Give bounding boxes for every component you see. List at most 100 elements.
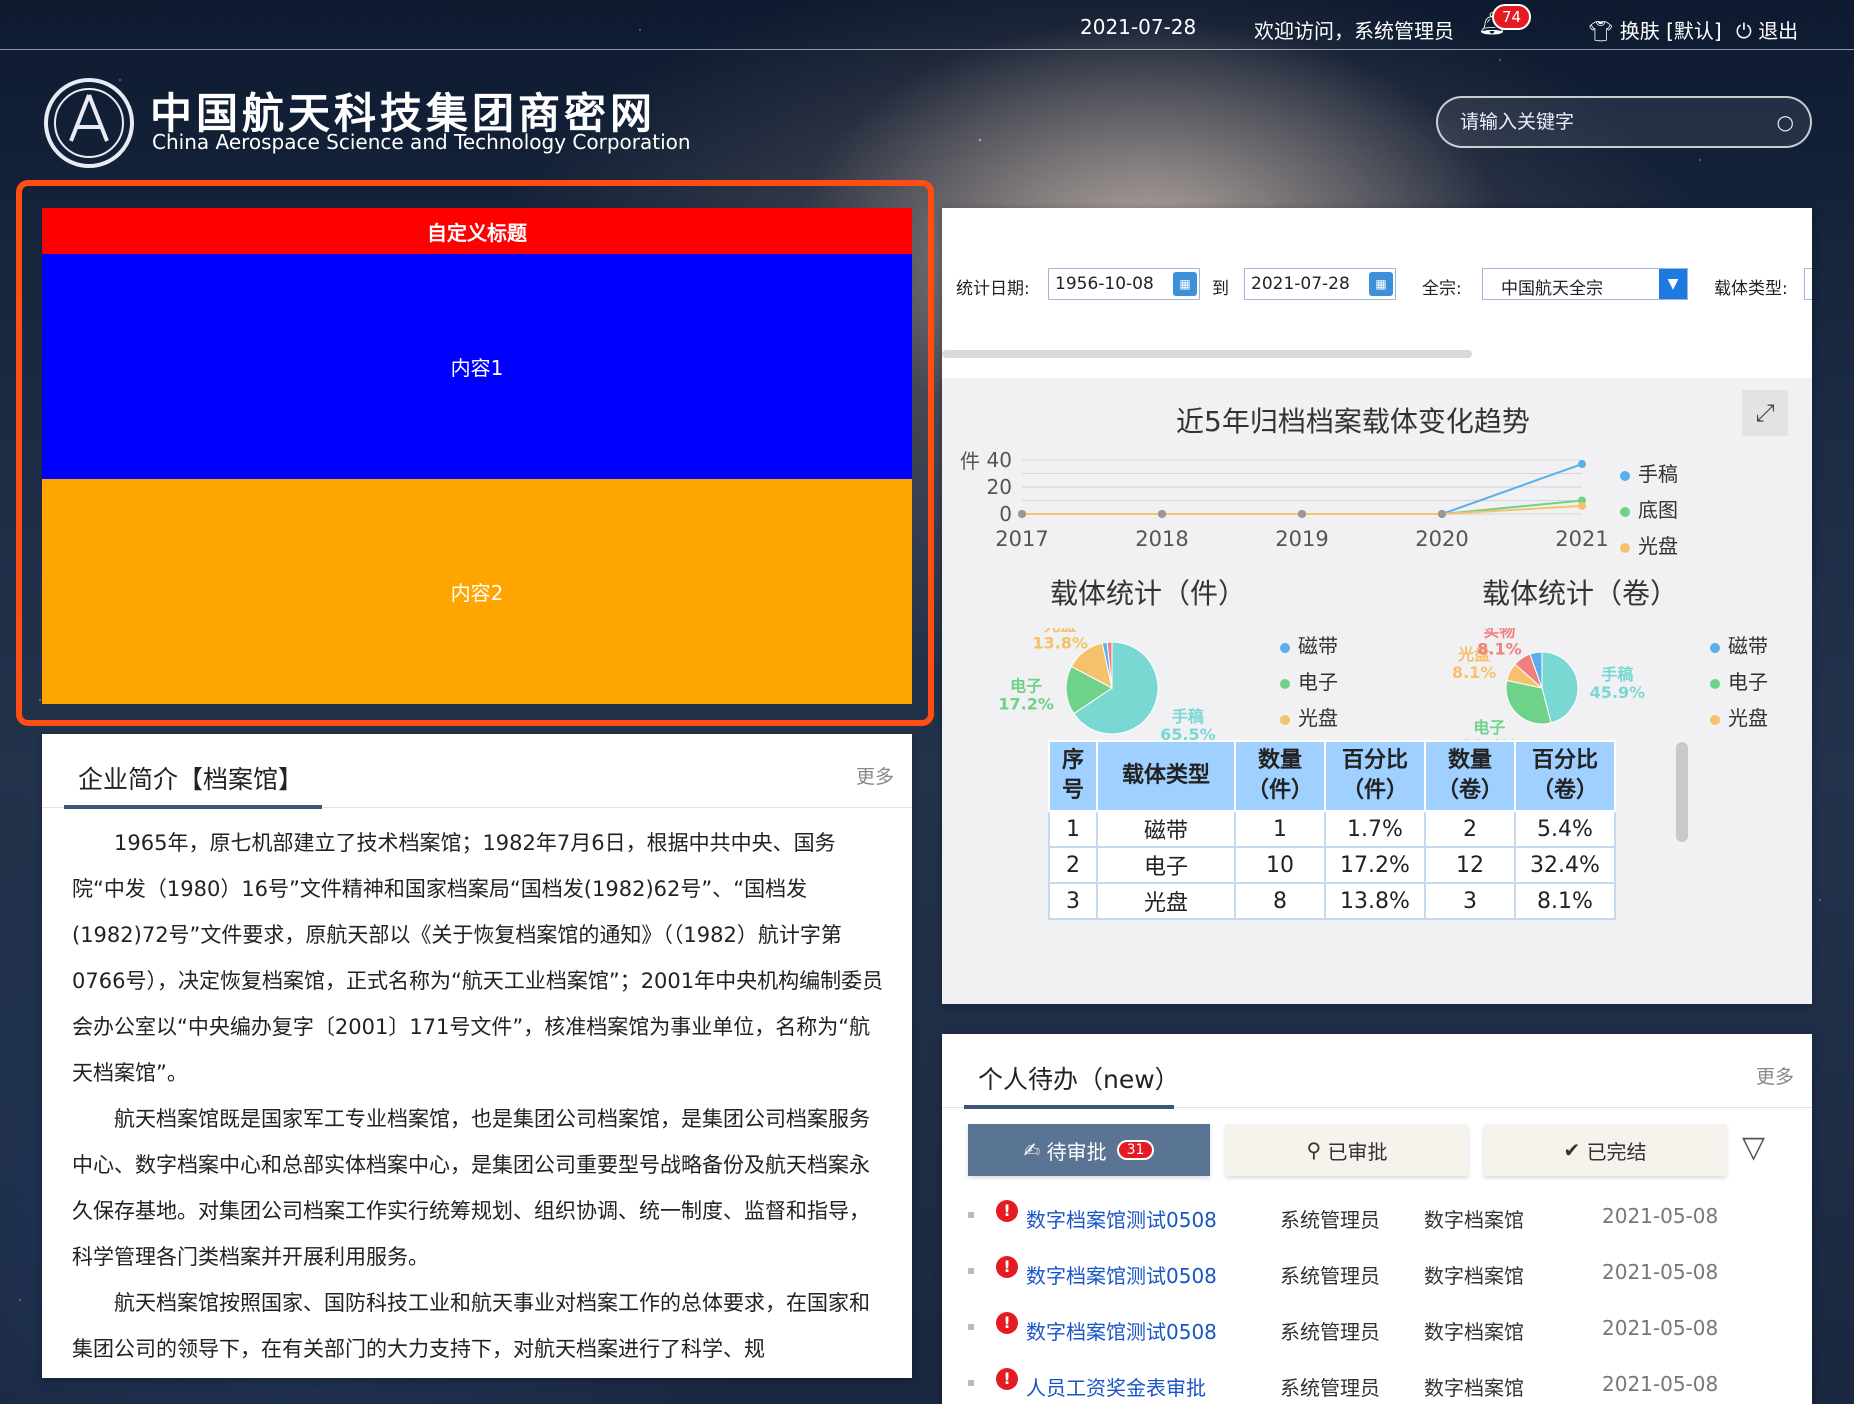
data-point <box>1578 460 1586 469</box>
chevron-down-icon[interactable]: ▼ <box>1659 269 1687 299</box>
carrier-stats-table: 序号 载体类型 数量 （件） 百分比 （件） 数量 （卷） 百分比 （卷） 1 磁带 1 1.… <box>1048 740 1616 920</box>
col-header: 数量 （件） <box>1234 740 1326 812</box>
tab-approved[interactable]: ⚲ 已审批 <box>1226 1124 1468 1176</box>
list-item[interactable]: ! 人员工资奖金表审批 系统管理员 数字档案馆 2021-05-08 <box>942 1360 1812 1404</box>
carrier-select[interactable] <box>1804 268 1812 300</box>
statistics-panel: 统计日期: 1956-10-08 ▦ 到 2021-07-28 ▦ 全宗: 中国… <box>942 208 1812 1004</box>
intro-title: 企业简介【档案馆】 <box>78 765 304 794</box>
fonds-select[interactable]: 中国航天全宗 ▼ <box>1482 268 1688 300</box>
slice-label: 13.8% <box>1032 634 1088 653</box>
skin-label: 换肤 [默认] <box>1619 19 1722 43</box>
legend-item[interactable]: 光盘 <box>1620 528 1678 564</box>
cell: 磁带 <box>1096 810 1236 848</box>
vertical-scrollbar[interactable] <box>1676 742 1688 842</box>
logout-button[interactable]: ⏻ 退出 <box>1736 15 1798 44</box>
legend-item[interactable]: 光盘 <box>1280 700 1338 736</box>
tab-underline <box>64 805 322 809</box>
col-header: 百分比 （卷） <box>1514 740 1616 812</box>
todo-more-link[interactable]: 更多 <box>1756 1062 1794 1089</box>
carrier-label: 载体类型: <box>1714 279 1788 299</box>
cell: 10 <box>1234 846 1326 884</box>
cell: 1.7% <box>1324 810 1426 848</box>
pending-count-badge: 31 <box>1116 1140 1155 1160</box>
legend-item[interactable]: 电子 <box>1710 664 1768 700</box>
todo-item-title[interactable]: 数字档案馆测试0508 <box>1026 1316 1217 1345</box>
cell: 电子 <box>1096 846 1236 884</box>
horizontal-scrollbar[interactable] <box>942 350 1472 358</box>
x-tick-label: 2018 <box>1135 527 1188 548</box>
cell: 5.4% <box>1514 810 1616 848</box>
todo-item-date: 2021-05-08 <box>1602 1260 1719 1284</box>
legend-label: 电子 <box>1728 670 1768 694</box>
expand-icon[interactable]: ⤢ <box>1742 390 1788 436</box>
search-box[interactable]: ○ <box>1436 96 1812 148</box>
todo-item-user: 系统管理员 <box>1280 1376 1380 1400</box>
x-tick-label: 2019 <box>1275 527 1328 548</box>
custom-content-1: 内容1 <box>42 254 912 479</box>
search-input[interactable] <box>1460 108 1760 136</box>
skin-switch[interactable]: 👕︎ 换肤 [默认] <box>1588 15 1722 44</box>
todo-item-date: 2021-05-08 <box>1602 1316 1719 1340</box>
end-date-input[interactable]: 2021-07-28 ▦ <box>1244 268 1396 300</box>
todo-item-title[interactable]: 数字档案馆测试0508 <box>1026 1260 1217 1289</box>
alert-icon: ! <box>996 1312 1018 1334</box>
pie-right-title: 载体统计（卷） <box>1482 577 1679 610</box>
cell: 12 <box>1424 846 1516 884</box>
cell: 2 <box>1424 810 1516 848</box>
series-line <box>1022 463 1583 515</box>
start-date-value: 1956-10-08 <box>1055 274 1154 294</box>
todo-item-dept: 数字档案馆 <box>1424 1320 1524 1344</box>
intro-more-link[interactable]: 更多 <box>856 762 894 789</box>
calendar-icon[interactable]: ▦ <box>1173 272 1197 296</box>
legend-item[interactable]: 电子 <box>1280 664 1338 700</box>
notification-badge[interactable]: 74 <box>1492 4 1532 30</box>
tab-completed[interactable]: ✔ 已完结 <box>1484 1124 1726 1176</box>
stamp-done-icon: ⚲ <box>1306 1138 1328 1162</box>
todo-title: 个人待办（new） <box>978 1065 1180 1094</box>
filter-icon[interactable]: ▽ <box>1742 1130 1765 1165</box>
list-item[interactable]: ! 数字档案馆测试0508 系统管理员 数字档案馆 2021-05-08 <box>942 1304 1812 1360</box>
trend-legend: 手稿 底图 光盘 <box>1620 456 1678 564</box>
tab-pending[interactable]: ✍ 待审批 31 <box>968 1124 1210 1176</box>
shirt-icon: 👕︎ <box>1588 19 1620 43</box>
todo-item-dept: 数字档案馆 <box>1424 1264 1524 1288</box>
slice-label: 电子 <box>1473 718 1505 737</box>
data-point <box>1158 510 1166 518</box>
calendar-icon[interactable]: ▦ <box>1369 272 1393 296</box>
legend-label: 磁带 <box>1298 634 1338 658</box>
legend-label: 光盘 <box>1298 706 1338 730</box>
check-circle-icon: ✔ <box>1563 1138 1587 1162</box>
table-row: 3 光盘 8 13.8% 3 8.1% <box>1048 882 1616 920</box>
intro-body: 1965年，原七机部建立了技术档案馆；1982年7月6日，根据中共中央、国务院“… <box>42 808 912 1372</box>
cell: 3 <box>1048 882 1098 920</box>
company-intro-panel: 企业简介【档案馆】 更多 1965年，原七机部建立了技术档案馆；1982年7月6… <box>42 734 912 1378</box>
custom-content-2: 内容2 <box>42 479 912 704</box>
legend-label: 底图 <box>1638 498 1678 522</box>
legend-item[interactable]: 磁带 <box>1710 628 1768 664</box>
todo-item-user: 系统管理员 <box>1280 1208 1380 1232</box>
legend-item[interactable]: 光盘 <box>1710 700 1768 736</box>
col-header: 数量 （卷） <box>1424 740 1516 812</box>
list-item[interactable]: ! 数字档案馆测试0508 系统管理员 数字档案馆 2021-05-08 <box>942 1192 1812 1248</box>
cell: 17.2% <box>1324 846 1426 884</box>
cell: 8 <box>1234 882 1326 920</box>
legend-item[interactable]: 底图 <box>1620 492 1678 528</box>
todo-item-title[interactable]: 人员工资奖金表审批 <box>1026 1372 1206 1401</box>
cell: 32.4% <box>1514 846 1616 884</box>
cell: 13.8% <box>1324 882 1426 920</box>
start-date-input[interactable]: 1956-10-08 ▦ <box>1048 268 1200 300</box>
slice-label: 电子 <box>1010 677 1042 696</box>
slice-label: 手稿 <box>1601 665 1633 684</box>
todo-list: ! 数字档案馆测试0508 系统管理员 数字档案馆 2021-05-08 ! 数… <box>942 1192 1812 1404</box>
pie-chart-pieces: 手稿65.5%电子17.2%光盘13.8% <box>998 628 1215 744</box>
todo-item-title[interactable]: 数字档案馆测试0508 <box>1026 1204 1217 1233</box>
pie-right-legend: 磁带 电子 光盘 <box>1710 628 1768 736</box>
col-header: 载体类型 <box>1096 740 1236 812</box>
search-icon[interactable]: ○ <box>1777 110 1794 134</box>
tab-label: 已完结 <box>1586 1139 1647 1164</box>
list-item[interactable]: ! 数字档案馆测试0508 系统管理员 数字档案馆 2021-05-08 <box>942 1248 1812 1304</box>
end-date-value: 2021-07-28 <box>1251 274 1350 294</box>
date-label: 统计日期: <box>956 279 1030 299</box>
legend-item[interactable]: 磁带 <box>1280 628 1338 664</box>
legend-item[interactable]: 手稿 <box>1620 456 1678 492</box>
